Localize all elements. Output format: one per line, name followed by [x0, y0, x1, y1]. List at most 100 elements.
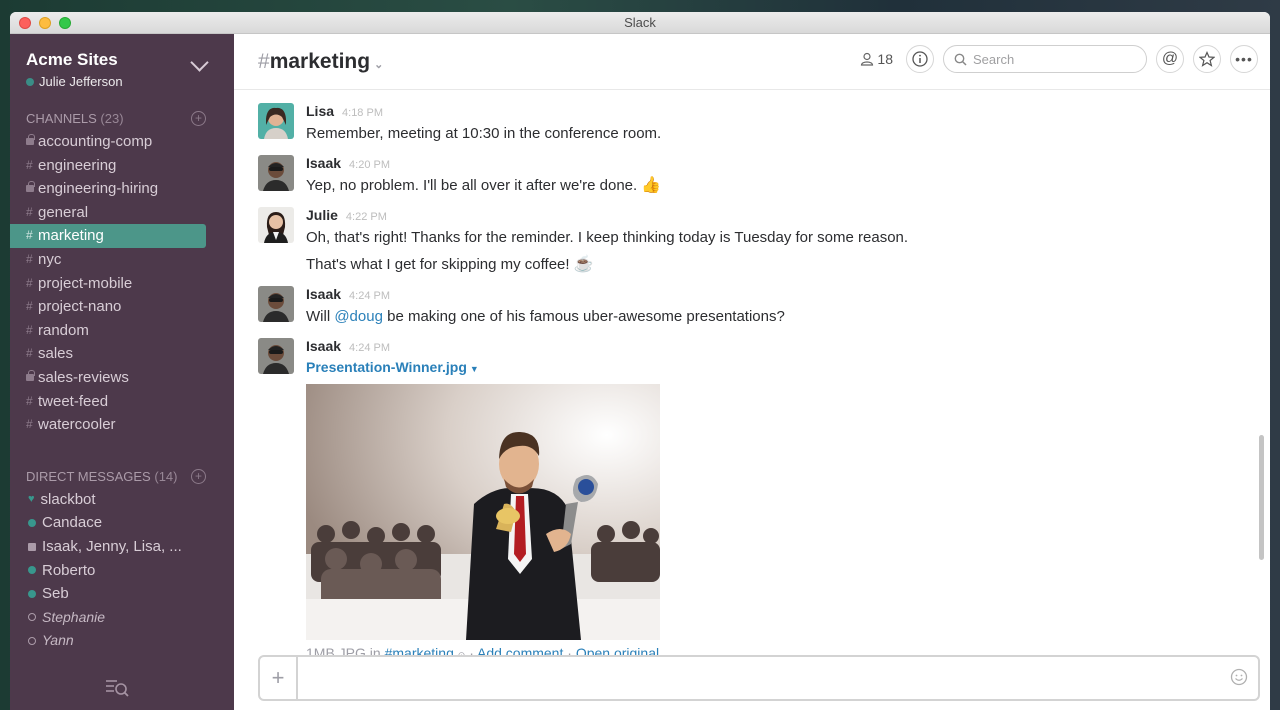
more-actions-icon[interactable]: •••	[1230, 45, 1258, 73]
sender-name[interactable]: Julie	[306, 207, 338, 223]
timestamp[interactable]: 4:24 PM	[349, 342, 390, 354]
dm-header[interactable]: DIRECT MESSAGES (14) +	[10, 468, 234, 484]
channel-title[interactable]: #marketing ⌄	[258, 50, 383, 74]
emoji-icon[interactable]	[1230, 668, 1248, 686]
add-comment-link[interactable]: Add comment	[477, 645, 563, 655]
user-mention[interactable]: @doug	[334, 308, 383, 325]
member-count-button[interactable]: 18	[860, 51, 893, 67]
message: Julie 4:22 PM Oh, that's right! Thanks f…	[234, 207, 1270, 275]
online-status-icon	[28, 589, 36, 598]
sender-name[interactable]: Isaak	[306, 155, 341, 171]
add-dm-icon[interactable]: +	[191, 468, 206, 484]
channel-label: tweet-feed	[38, 392, 109, 410]
channel-item-marketing[interactable]: # marketing	[10, 224, 206, 248]
message-scrollbar[interactable]	[1259, 435, 1264, 560]
dm-item-isaak-jenny-lisa[interactable]: Isaak, Jenny, Lisa, ...	[10, 535, 234, 559]
chevron-down-icon: ▼	[469, 364, 479, 374]
message-text-content: Will	[306, 308, 335, 325]
dm-item-yann[interactable]: Yann	[10, 629, 234, 653]
dm-heading-label: DIRECT MESSAGES	[26, 468, 151, 484]
file-image-preview[interactable]	[306, 384, 660, 640]
timestamp[interactable]: 4:20 PM	[349, 159, 390, 171]
file-channel-link[interactable]: #marketing	[385, 645, 454, 655]
dm-label: Isaak, Jenny, Lisa, ...	[42, 537, 182, 555]
channel-item-random[interactable]: # random	[10, 319, 206, 343]
dm-label: Yann	[42, 632, 74, 649]
dm-item-roberto[interactable]: Roberto	[10, 559, 234, 583]
dm-item-seb[interactable]: Seb	[10, 582, 234, 606]
hash-icon: #	[26, 346, 33, 361]
info-icon[interactable]	[906, 45, 934, 73]
timestamp[interactable]: 4:18 PM	[342, 107, 383, 119]
close-window-button[interactable]	[19, 17, 31, 29]
sender-name[interactable]: Isaak	[306, 286, 341, 302]
channel-list: accounting-comp # engineering engineering-h…	[10, 130, 234, 437]
member-count: 18	[877, 51, 893, 67]
quick-switcher-icon[interactable]	[104, 676, 130, 698]
channel-label: engineering-hiring	[38, 180, 159, 198]
channel-item-tweet-feed[interactable]: # tweet-feed	[10, 390, 206, 414]
channel-item-engineering-hiring[interactable]: engineering-hiring	[10, 177, 206, 201]
channel-item-accounting-comp[interactable]: accounting-comp	[10, 130, 206, 154]
message-input[interactable]	[298, 657, 1258, 699]
channel-item-sales[interactable]: # sales	[10, 342, 206, 366]
avatar[interactable]	[258, 103, 294, 139]
avatar[interactable]	[258, 338, 294, 374]
lock-icon	[26, 134, 35, 146]
channel-item-nyc[interactable]: # nyc	[10, 248, 206, 272]
channel-item-general[interactable]: # general	[10, 201, 206, 225]
channel-item-engineering[interactable]: # engineering	[10, 154, 206, 178]
dm-count: (14)	[154, 468, 178, 484]
add-channel-icon[interactable]: +	[191, 111, 206, 126]
online-status-icon	[28, 519, 36, 528]
channels-header[interactable]: CHANNELS (23) +	[10, 111, 234, 126]
channel-item-sales-reviews[interactable]: sales-reviews	[10, 366, 206, 390]
channel-label: general	[38, 203, 89, 221]
channel-item-project-mobile[interactable]: # project-mobile	[10, 272, 206, 296]
person-icon	[861, 52, 874, 66]
minimize-window-button[interactable]	[39, 17, 51, 29]
window-title: Slack	[624, 15, 656, 30]
team-menu[interactable]: Acme Sites Julie Jefferson	[10, 34, 234, 89]
channel-item-watercooler[interactable]: # watercooler	[10, 413, 206, 437]
message-text-content: be making one of his famous uber-awesome…	[382, 308, 785, 325]
search-input[interactable]	[973, 51, 1133, 67]
main-pane: #marketing⌄ 18 @	[234, 34, 1270, 710]
sender-name[interactable]: Isaak	[306, 338, 341, 354]
chevron-down-icon: ⌄	[374, 58, 384, 71]
file-title-link[interactable]: Presentation-Winner.jpg ▼	[306, 359, 479, 375]
message-list: Lisa 4:18 PM Remember, meeting at 10:30 …	[234, 90, 1270, 655]
hash-icon: #	[26, 157, 33, 172]
title-bar: Slack	[10, 12, 1270, 34]
channel-item-project-nano[interactable]: # project-nano	[10, 295, 206, 319]
dm-item-stephanie[interactable]: Stephanie	[10, 606, 234, 630]
dm-item-slackbot[interactable]: ♥ slackbot	[10, 488, 234, 512]
online-status-icon	[28, 566, 36, 575]
message-text-content: Yep, no problem. I'll be all over it aft…	[306, 177, 638, 194]
channels-count: (23)	[100, 111, 124, 126]
dm-label: Candace	[42, 514, 103, 532]
message: Lisa 4:18 PM Remember, meeting at 10:30 …	[234, 103, 1270, 144]
avatar[interactable]	[258, 155, 294, 191]
channel-hash: #	[258, 49, 270, 73]
search-box[interactable]	[943, 45, 1147, 73]
star-icon[interactable]	[1193, 45, 1221, 73]
lock-icon	[26, 181, 35, 193]
hash-icon: #	[26, 417, 33, 432]
maximize-window-button[interactable]	[59, 17, 71, 29]
timestamp[interactable]: 4:22 PM	[346, 211, 387, 223]
mentions-icon[interactable]: @	[1156, 45, 1184, 73]
attach-file-button[interactable]: +	[260, 657, 298, 699]
timestamp[interactable]: 4:24 PM	[349, 290, 390, 302]
file-info: 1MB JPG in	[306, 645, 385, 655]
message: Isaak 4:20 PM Yep, no problem. I'll be a…	[234, 155, 1270, 196]
avatar[interactable]	[258, 207, 294, 243]
message-text: Yep, no problem. I'll be all over it aft…	[306, 176, 1270, 196]
team-name: Acme Sites	[26, 50, 118, 69]
sender-name[interactable]: Lisa	[306, 103, 334, 119]
lock-icon	[26, 370, 35, 382]
channels-heading-label: CHANNELS	[26, 111, 97, 126]
dm-item-candace[interactable]: Candace	[10, 511, 234, 535]
open-original-link[interactable]: Open original	[576, 645, 659, 655]
avatar[interactable]	[258, 286, 294, 322]
